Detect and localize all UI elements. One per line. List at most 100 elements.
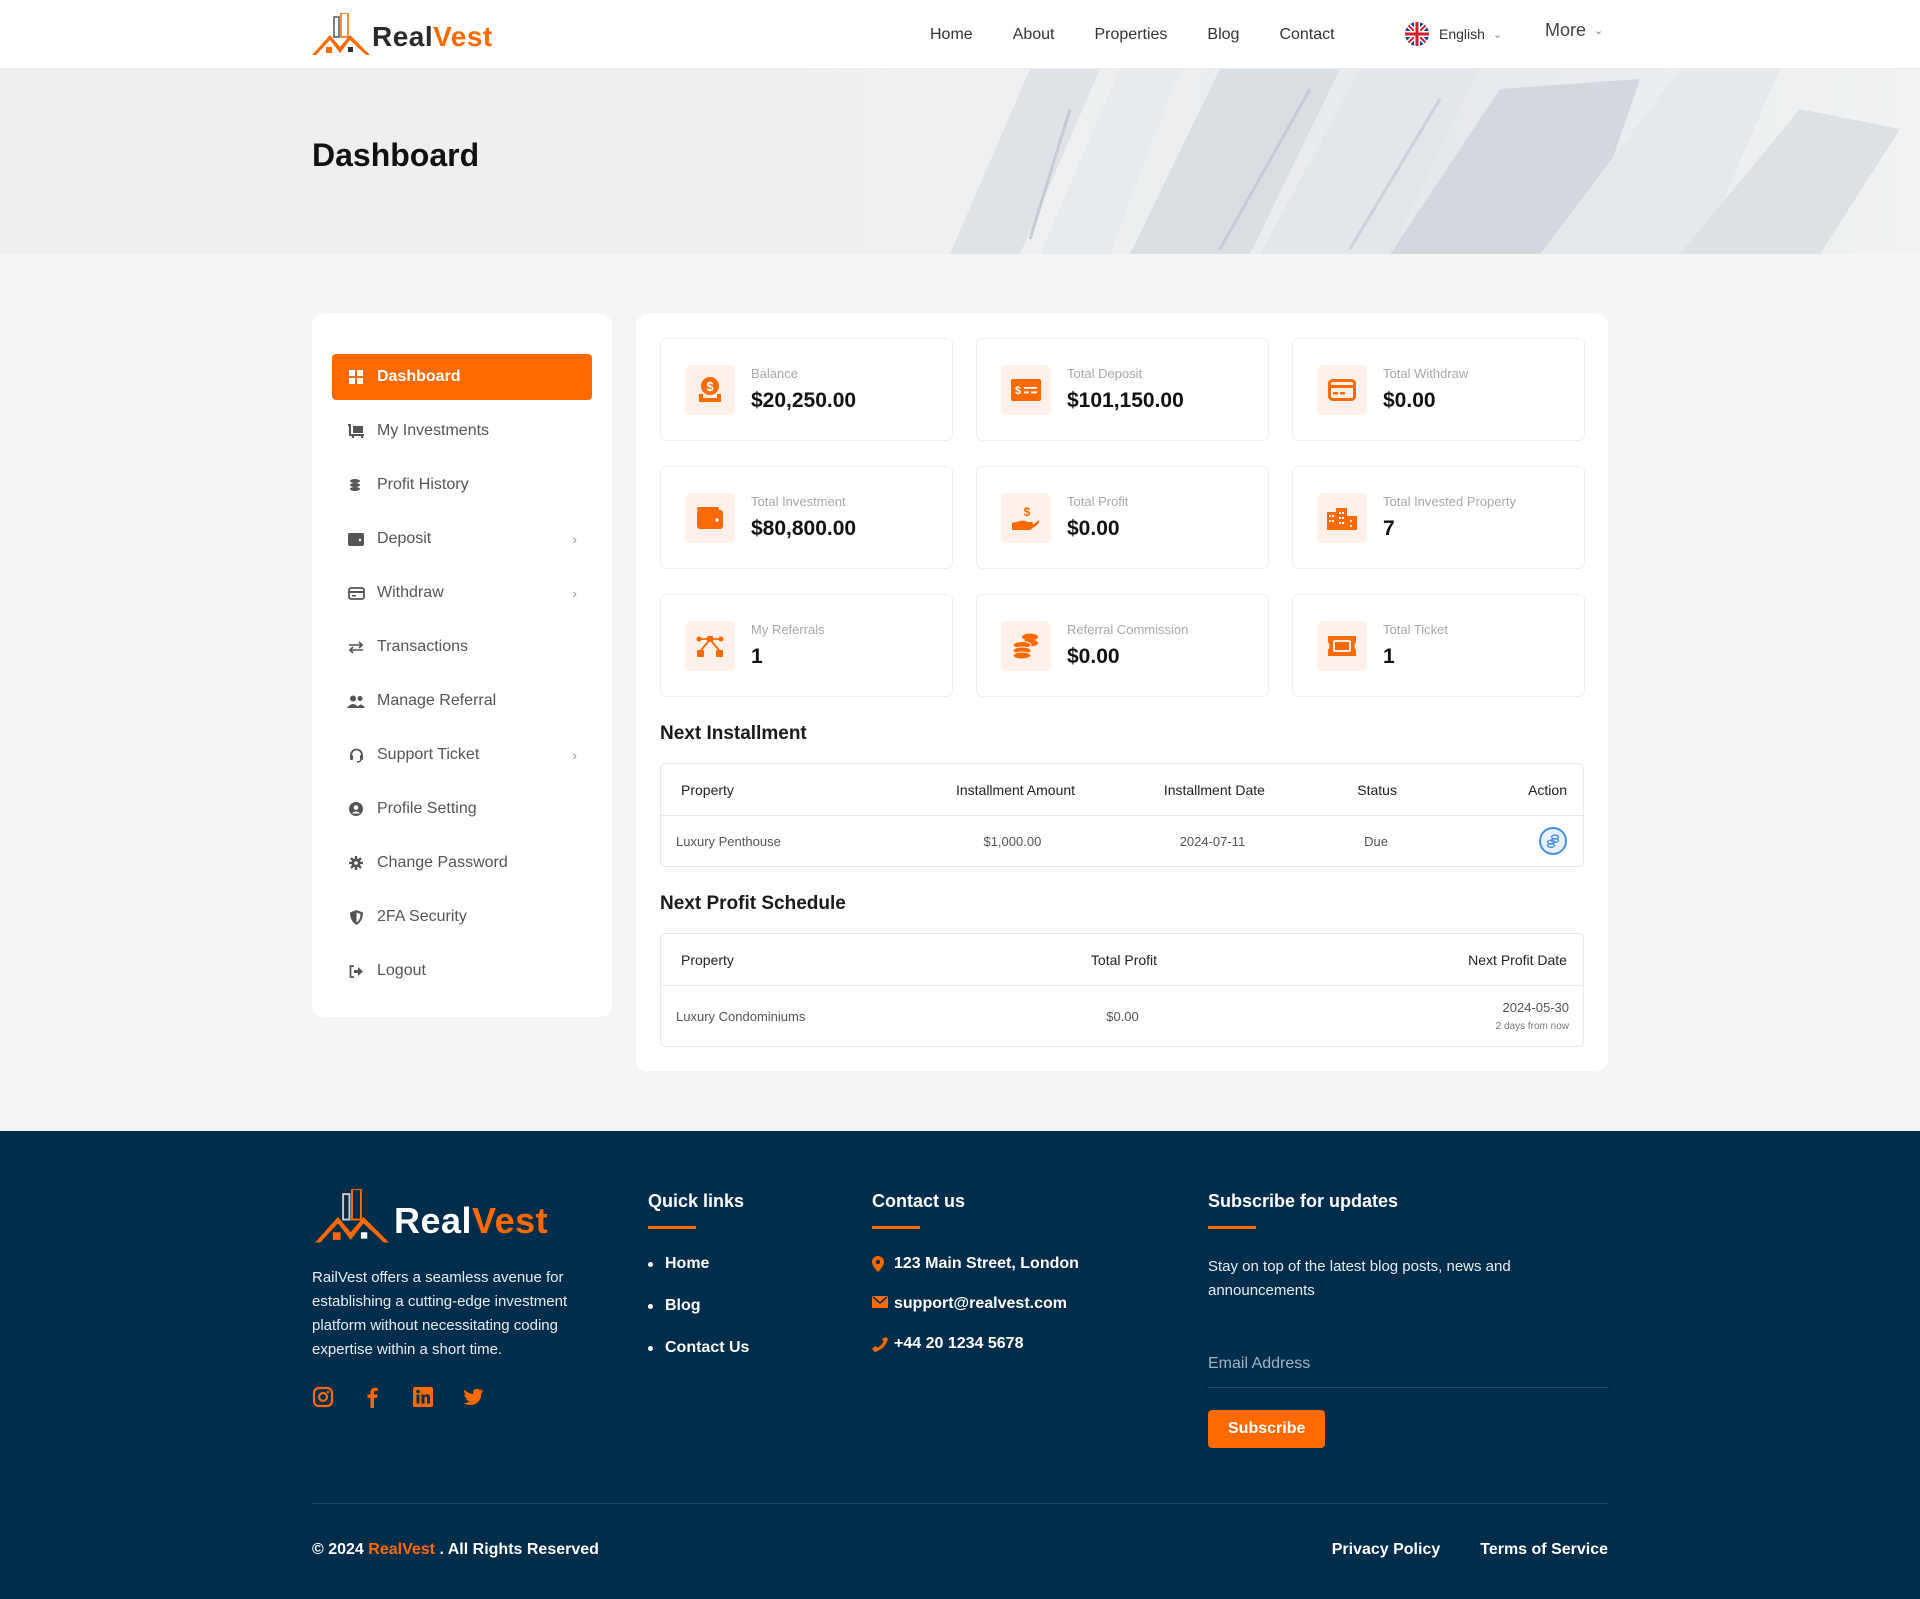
network-icon <box>685 620 735 671</box>
nav-about[interactable]: About <box>1013 26 1055 44</box>
dashboard-sidebar: Dashboard My Investments Profit History … <box>312 314 612 1017</box>
sidebar-item-profit-history[interactable]: Profit History <box>332 462 592 508</box>
stat-card-total-ticket: Total Ticket 1 <box>1292 594 1585 697</box>
site-footer: RealVest RailVest offers a seamless aven… <box>0 1131 1920 1599</box>
sidebar-item-deposit[interactable]: Deposit › <box>332 516 592 562</box>
users-icon <box>347 692 365 710</box>
sidebar-item-label: Deposit <box>377 530 432 547</box>
sidebar-item-support-ticket[interactable]: Support Ticket › <box>332 732 592 778</box>
sidebar-item-dashboard[interactable]: Dashboard <box>332 354 592 400</box>
main-nav: Home About Properties Blog Contact <box>930 0 1375 69</box>
subscribe-button[interactable]: Subscribe <box>1208 1410 1326 1448</box>
footer-logo[interactable]: RealVest <box>312 1189 548 1245</box>
table-row: Luxury Penthouse $1,000.00 2024-07-11 Du… <box>661 816 1583 866</box>
cell-relative-time: 2 days from now <box>1495 1021 1570 1032</box>
footer-description: RailVest offers a seamless avenue for es… <box>312 1269 568 1358</box>
stat-value: $20,250.00 <box>751 389 857 412</box>
cell-date: 2024-07-11 <box>1179 833 1246 849</box>
sidebar-item-my-investments[interactable]: My Investments <box>332 408 592 454</box>
sidebar-item-label: Profile Setting <box>377 800 477 817</box>
stat-value: $0.00 <box>1383 389 1436 412</box>
more-label: More <box>1545 20 1587 40</box>
contact-email[interactable]: support@realvest.com <box>872 1295 1079 1313</box>
sidebar-item-profile-setting[interactable]: Profile Setting <box>332 786 592 832</box>
contact-column: Contact us 123 Main Street, London suppo… <box>872 1191 1079 1375</box>
building-background-image <box>950 69 1900 254</box>
next-installment-title: Next Installment <box>660 723 807 744</box>
svg-text:$: $ <box>1024 505 1031 519</box>
map-pin-icon <box>872 1256 888 1272</box>
more-menu[interactable]: More ⌄ <box>1545 20 1603 41</box>
shield-icon <box>347 908 365 926</box>
exchange-icon <box>347 638 365 656</box>
stat-card-total-investment: Total Investment $80,800.00 <box>660 466 953 569</box>
logo-text-real: Real <box>394 1200 473 1241</box>
user-circle-icon <box>347 800 365 818</box>
wallet-icon <box>685 492 735 543</box>
coins-icon <box>1546 834 1560 848</box>
sidebar-item-label: Support Ticket <box>377 746 480 763</box>
column-header: Property <box>681 781 734 798</box>
logo[interactable]: RealVest <box>312 13 493 57</box>
stat-label: Balance <box>751 366 798 381</box>
stat-card-referral-commission: Referral Commission $0.00 <box>976 594 1269 697</box>
title-underline <box>1208 1226 1256 1229</box>
stat-card-total-invested-property: Total Invested Property 7 <box>1292 466 1585 569</box>
chevron-down-icon: ⌄ <box>1492 28 1503 41</box>
logo-text-real: Real <box>372 21 434 52</box>
sidebar-item-transactions[interactable]: Transactions <box>332 624 592 670</box>
column-header: Next Profit Date <box>1468 951 1567 968</box>
sidebar-item-label: Change Password <box>377 854 508 871</box>
copyright-brand-link[interactable]: RealVest <box>368 1541 435 1558</box>
page-banner: Dashboard <box>0 69 1920 254</box>
stat-value: $0.00 <box>1067 517 1120 540</box>
subscribe-text: Stay on top of the latest blog posts, ne… <box>1208 1258 1511 1299</box>
chevron-right-icon: › <box>572 585 577 601</box>
sidebar-item-withdraw[interactable]: Withdraw › <box>332 570 592 616</box>
stat-label: Total Withdraw <box>1383 366 1469 381</box>
sidebar-item-2fa-security[interactable]: 2FA Security <box>332 894 592 940</box>
title-underline <box>648 1226 696 1229</box>
stat-label: Total Deposit <box>1067 366 1143 381</box>
stat-value: 1 <box>751 645 763 668</box>
logo-house-icon <box>315 1189 389 1243</box>
pay-installment-button[interactable] <box>1538 827 1567 855</box>
contact-phone[interactable]: +44 20 1234 5678 <box>872 1335 1079 1353</box>
gear-icon <box>347 854 365 872</box>
cell-amount: $1,000.00 <box>983 833 1042 849</box>
footer-link-home[interactable]: Home <box>648 1255 749 1273</box>
sidebar-item-manage-referral[interactable]: Manage Referral <box>332 678 592 724</box>
sidebar-item-label: Profit History <box>377 476 469 493</box>
profit-schedule-table: Property Total Profit Next Profit Date L… <box>660 933 1584 1047</box>
linkedin-icon[interactable] <box>412 1386 434 1408</box>
chevron-right-icon: › <box>572 747 577 763</box>
sidebar-item-change-password[interactable]: Change Password <box>332 840 592 886</box>
contact-title: Contact us <box>872 1191 966 1211</box>
facebook-icon[interactable] <box>362 1386 384 1408</box>
sidebar-item-logout[interactable]: Logout <box>332 948 592 994</box>
footer-link-blog[interactable]: Blog <box>648 1297 749 1315</box>
title-underline <box>872 1226 920 1229</box>
nav-blog[interactable]: Blog <box>1207 26 1239 44</box>
stat-card-total-withdraw: Total Withdraw $0.00 <box>1292 338 1585 441</box>
twitter-icon[interactable] <box>462 1386 484 1408</box>
column-header: Total Profit <box>1090 951 1158 968</box>
sidebar-item-label: My Investments <box>377 422 490 439</box>
nav-contact[interactable]: Contact <box>1279 26 1334 44</box>
terms-of-service-link[interactable]: Terms of Service <box>1480 1541 1608 1559</box>
stat-card-total-deposit: $ Total Deposit $101,150.00 <box>976 338 1269 441</box>
nav-home[interactable]: Home <box>930 26 973 44</box>
language-selector[interactable]: English ⌄ <box>1405 22 1502 46</box>
instagram-icon[interactable] <box>312 1386 334 1408</box>
wallet-icon <box>347 530 365 548</box>
stat-card-my-referrals: My Referrals 1 <box>660 594 953 697</box>
email-input[interactable] <box>1208 1347 1608 1388</box>
privacy-policy-link[interactable]: Privacy Policy <box>1332 1541 1441 1559</box>
stat-card-balance: $ Balance $20,250.00 <box>660 338 953 441</box>
sidebar-item-label: Dashboard <box>377 368 461 385</box>
sidebar-item-label: Logout <box>377 962 426 979</box>
cell-next-date: 2024-05-30 <box>1502 1000 1570 1015</box>
footer-link-contact-us[interactable]: Contact Us <box>648 1339 749 1357</box>
nav-properties[interactable]: Properties <box>1095 26 1168 44</box>
column-header: Installment Amount <box>955 781 1076 798</box>
